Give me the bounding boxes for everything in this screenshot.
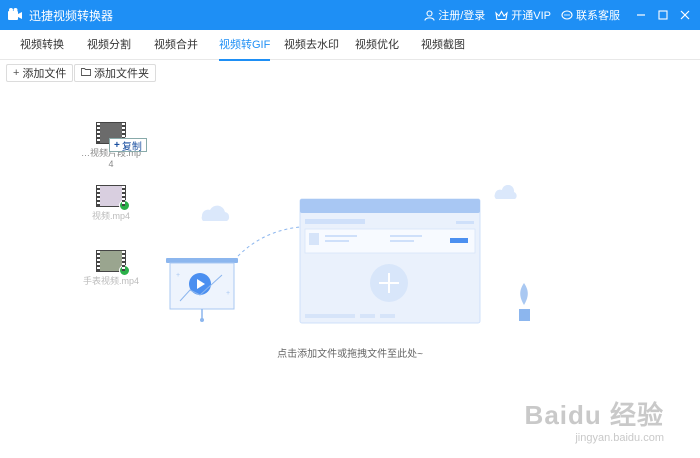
tab-video-merge[interactable]: 视频合并 <box>154 30 198 60</box>
login-button[interactable]: 注册/登录 <box>424 7 485 23</box>
tab-bar: 视频转换 视频分割 视频合并 视频转GIF 视频去水印 视频优化 视频截图 <box>0 30 700 61</box>
toolbar: + 添加文件 添加文件夹 <box>0 60 700 86</box>
vip-label: 开通VIP <box>511 10 551 22</box>
tab-video-to-gif[interactable]: 视频转GIF <box>219 30 271 61</box>
watermark-url: jingyan.baidu.com <box>575 432 664 444</box>
dragged-file[interactable]: 手表视频.mp4 <box>79 250 143 287</box>
video-file-icon <box>96 185 130 211</box>
tab-video-optimize[interactable]: 视频优化 <box>355 30 399 60</box>
plus-icon: + <box>13 67 20 79</box>
tab-remove-watermark[interactable]: 视频去水印 <box>284 30 339 60</box>
minimize-icon <box>637 14 645 16</box>
window-mockup <box>299 198 481 324</box>
plant-icon <box>519 283 530 321</box>
vip-button[interactable]: 开通VIP <box>495 7 551 23</box>
plus-icon: + <box>114 139 120 151</box>
tab-video-split[interactable]: 视频分割 <box>87 30 131 60</box>
app-title: 迅捷视频转换器 <box>29 8 114 23</box>
add-file-label: 添加文件 <box>22 68 67 80</box>
add-file-button[interactable]: + 添加文件 <box>6 64 74 82</box>
maximize-button[interactable] <box>652 0 674 30</box>
svg-text:+: + <box>176 272 180 279</box>
tab-video-convert[interactable]: 视频转换 <box>20 30 64 60</box>
add-folder-label: 添加文件夹 <box>94 68 149 80</box>
presentation-board-icon: + + <box>166 258 238 322</box>
tab-video-screenshot[interactable]: 视频截图 <box>421 30 465 60</box>
add-folder-button[interactable]: 添加文件夹 <box>74 64 156 82</box>
support-button[interactable]: 联系客服 <box>561 7 620 23</box>
svg-text:+: + <box>226 290 230 297</box>
empty-state-illustration[interactable]: + + <box>160 185 540 335</box>
minimize-button[interactable] <box>630 0 652 30</box>
watermark-logo: Baidu 经验 <box>524 400 664 430</box>
crown-icon <box>495 9 509 20</box>
support-label: 联系客服 <box>576 10 620 22</box>
file-name: 手表视频.mp4 <box>82 276 139 286</box>
watermark: Baidu 经验 jingyan.baidu.com <box>525 395 664 444</box>
video-file-icon <box>96 250 130 276</box>
login-label: 注册/登录 <box>438 10 486 22</box>
chat-icon <box>561 9 573 20</box>
user-icon <box>424 9 435 21</box>
file-name: 视频.mp4 <box>91 211 130 221</box>
cloud-icon <box>494 185 517 199</box>
copy-label: 复制 <box>121 141 142 153</box>
title-bar: 迅捷视频转换器 注册/登录 开通VIP 联系客服 <box>0 0 700 30</box>
cloud-icon <box>201 205 230 221</box>
copy-tooltip: + 复制 <box>109 138 147 153</box>
maximize-icon <box>658 10 668 20</box>
folder-icon <box>81 67 91 79</box>
dragged-file[interactable]: 视频.mp4 <box>79 185 143 222</box>
close-icon <box>680 10 690 20</box>
drop-hint: 点击添加文件或拖拽文件至此处~ <box>277 349 423 360</box>
close-button[interactable] <box>674 0 696 30</box>
app-logo-icon <box>7 7 23 23</box>
